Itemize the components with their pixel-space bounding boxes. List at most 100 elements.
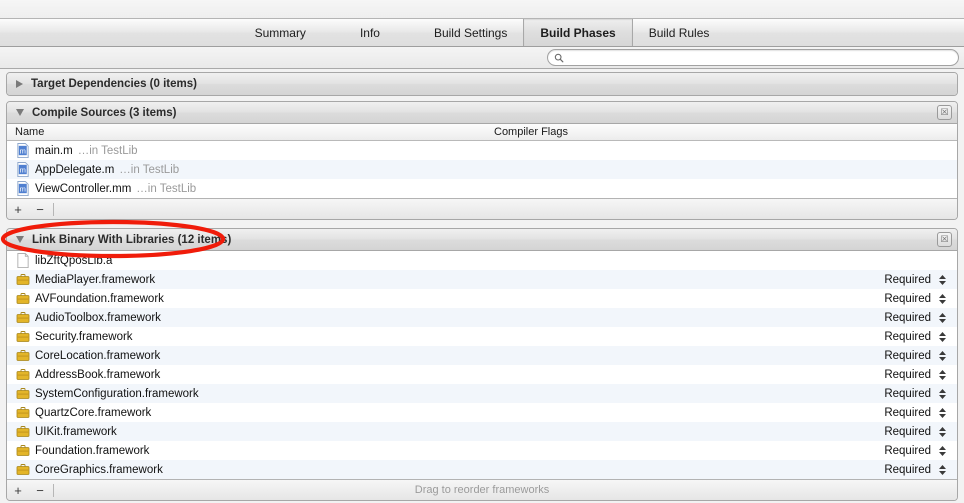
framework-name: AddressBook.framework <box>35 368 161 381</box>
disclosure-triangle-closed-icon[interactable] <box>16 80 23 88</box>
framework-icon <box>16 293 30 304</box>
phase-target-dependencies: Target Dependencies (0 items) <box>6 72 958 96</box>
add-file-button[interactable]: + <box>7 203 29 216</box>
stepper-icon[interactable] <box>938 292 947 306</box>
search-input[interactable] <box>568 51 952 64</box>
framework-name: AudioToolbox.framework <box>35 311 161 324</box>
status-value[interactable]: Required <box>884 293 931 305</box>
status-value[interactable]: Required <box>884 464 931 476</box>
stepper-icon[interactable] <box>938 444 947 458</box>
table-row[interactable]: UIKit.framework Required <box>7 422 957 441</box>
table-row[interactable]: AddressBook.framework Required <box>7 365 957 384</box>
phase-footer-compile-sources: + − <box>7 198 957 219</box>
framework-name: Security.framework <box>35 330 133 343</box>
tab-build-settings-label: Build Settings <box>433 25 508 40</box>
tab-summary[interactable]: Summary <box>239 19 322 46</box>
stepper-icon[interactable] <box>938 311 947 325</box>
phase-title-compile-sources: Compile Sources (3 items) <box>32 106 177 119</box>
disclosure-triangle-open-icon[interactable] <box>16 109 24 116</box>
search-icon <box>554 53 564 62</box>
footer-divider <box>53 202 54 216</box>
stepper-icon[interactable] <box>938 368 947 382</box>
framework-name: MediaPlayer.framework <box>35 273 156 286</box>
tab-info[interactable]: Info <box>344 19 396 46</box>
table-row[interactable]: CoreLocation.framework Required <box>7 346 957 365</box>
framework-icon <box>16 312 30 323</box>
table-row[interactable]: AVFoundation.framework Required <box>7 289 957 308</box>
phase-header-target-dependencies[interactable]: Target Dependencies (0 items) <box>7 73 957 95</box>
stepper-icon[interactable] <box>938 273 947 287</box>
stepper-icon[interactable] <box>938 387 947 401</box>
svg-text:m: m <box>20 184 26 193</box>
objc-source-icon: m <box>17 143 29 158</box>
phase-title-link-binary: Link Binary With Libraries (12 items) <box>32 233 232 246</box>
table-row[interactable]: QuartzCore.framework Required <box>7 403 957 422</box>
table-row[interactable]: AudioToolbox.framework Required <box>7 308 957 327</box>
status-value[interactable]: Required <box>884 369 931 381</box>
framework-icon <box>16 331 30 342</box>
remove-phase-button[interactable]: ☒ <box>937 105 952 120</box>
status-value[interactable]: Required <box>884 274 931 286</box>
tab-gap <box>322 19 344 46</box>
phase-footer-link-binary: + − Drag to reorder frameworks <box>7 479 957 500</box>
search-field[interactable] <box>547 49 959 66</box>
table-row[interactable]: SystemConfiguration.framework Required <box>7 384 957 403</box>
framework-name: AVFoundation.framework <box>35 292 164 305</box>
table-row[interactable]: m main.m …in TestLib <box>7 141 957 160</box>
svg-text:m: m <box>20 146 26 155</box>
tab-summary-label: Summary <box>254 25 306 40</box>
file-name: main.m <box>35 144 73 157</box>
filter-bar <box>0 47 964 69</box>
tab-build-rules-label: Build Rules <box>648 25 710 40</box>
status-value[interactable]: Required <box>884 312 931 324</box>
status-value[interactable]: Required <box>884 445 931 457</box>
objc-source-icon: m <box>17 162 29 177</box>
table-row[interactable]: m ViewController.mm …in TestLib <box>7 179 957 198</box>
tab-build-rules[interactable]: Build Rules <box>633 19 726 46</box>
framework-icon <box>16 274 30 285</box>
table-row[interactable]: libZftQposLib.a <box>7 251 957 270</box>
table-row[interactable]: MediaPlayer.framework Required <box>7 270 957 289</box>
file-location: …in TestLib <box>119 163 180 176</box>
status-value[interactable]: Required <box>884 331 931 343</box>
table-row[interactable]: m AppDelegate.m …in TestLib <box>7 160 957 179</box>
framework-name: Foundation.framework <box>35 444 150 457</box>
window-top-strip <box>0 0 964 18</box>
column-header-row: Name Compiler Flags <box>7 124 957 141</box>
table-row[interactable]: Security.framework Required <box>7 327 957 346</box>
framework-name: CoreLocation.framework <box>35 349 161 362</box>
framework-icon <box>16 350 30 361</box>
column-header-name[interactable]: Name <box>15 126 44 138</box>
tab-build-phases-label: Build Phases <box>540 25 616 40</box>
column-header-compiler-flags[interactable]: Compiler Flags <box>494 126 568 138</box>
framework-icon <box>16 388 30 399</box>
stepper-icon[interactable] <box>938 406 947 420</box>
framework-name: CoreGraphics.framework <box>35 463 163 476</box>
xcode-build-phases-window: Summary Info Build Settings Build Phases… <box>0 0 964 503</box>
status-value[interactable]: Required <box>884 407 931 419</box>
tab-info-label: Info <box>359 25 380 40</box>
status-value[interactable]: Required <box>884 388 931 400</box>
status-value[interactable]: Required <box>884 426 931 438</box>
status-value[interactable]: Required <box>884 350 931 362</box>
phase-header-link-binary[interactable]: Link Binary With Libraries (12 items) ☒ <box>7 229 957 251</box>
stepper-icon[interactable] <box>938 463 947 477</box>
phase-header-compile-sources[interactable]: Compile Sources (3 items) ☒ <box>7 102 957 124</box>
static-library-icon <box>17 253 29 268</box>
file-location: …in TestLib <box>77 144 138 157</box>
stepper-icon[interactable] <box>938 330 947 344</box>
stepper-icon[interactable] <box>938 349 947 363</box>
disclosure-triangle-open-icon[interactable] <box>16 236 24 243</box>
framework-icon <box>16 369 30 380</box>
framework-name: QuartzCore.framework <box>35 406 152 419</box>
phase-compile-sources: Compile Sources (3 items) ☒ Name Compile… <box>6 101 958 220</box>
phase-title-target-dependencies: Target Dependencies (0 items) <box>31 78 197 90</box>
remove-phase-button[interactable]: ☒ <box>937 232 952 247</box>
remove-file-button[interactable]: − <box>29 203 51 216</box>
tab-build-phases[interactable]: Build Phases <box>523 19 633 46</box>
stepper-icon[interactable] <box>938 425 947 439</box>
table-row[interactable]: Foundation.framework Required <box>7 441 957 460</box>
file-name: AppDelegate.m <box>35 163 115 176</box>
table-row[interactable]: CoreGraphics.framework Required <box>7 460 957 479</box>
tab-build-settings[interactable]: Build Settings <box>418 19 523 46</box>
